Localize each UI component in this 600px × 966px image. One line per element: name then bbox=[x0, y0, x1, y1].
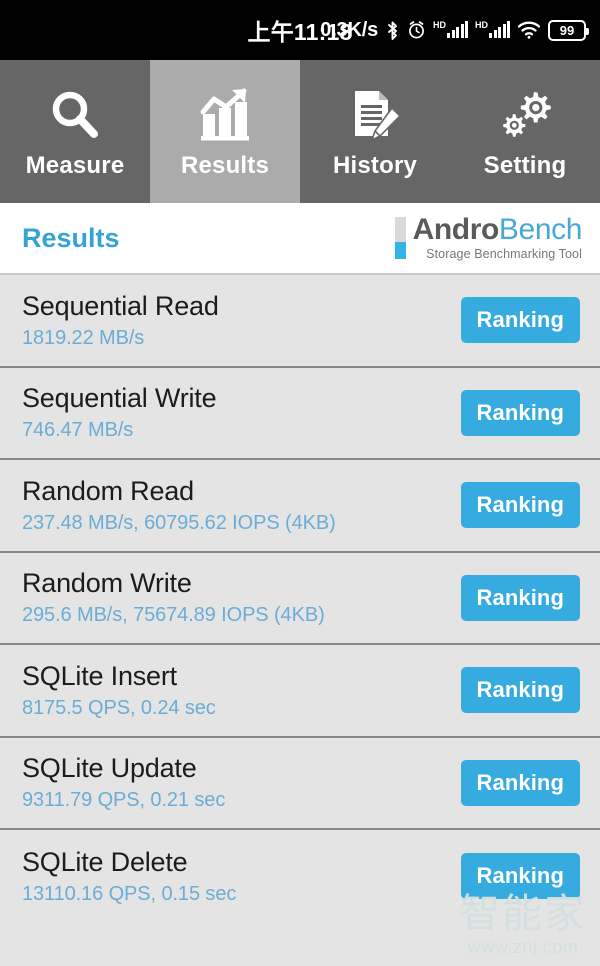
result-info: Sequential Read 1819.22 MB/s bbox=[22, 291, 219, 350]
magnifier-icon bbox=[46, 84, 104, 146]
androbench-logo: AndroBench Storage Benchmarking Tool bbox=[394, 213, 583, 262]
result-info: Random Read 237.48 MB/s, 60795.62 IOPS (… bbox=[22, 476, 336, 535]
ranking-button[interactable]: Ranking bbox=[460, 482, 580, 529]
table-row[interactable]: Random Write 295.6 MB/s, 75674.89 IOPS (… bbox=[0, 553, 600, 645]
tab-results[interactable]: Results bbox=[150, 60, 300, 203]
battery-icon: 99 bbox=[548, 19, 589, 41]
logo-bar-icon bbox=[394, 217, 406, 259]
tab-history-label: History bbox=[332, 151, 418, 179]
table-row[interactable]: Sequential Read 1819.22 MB/s Ranking bbox=[0, 275, 600, 368]
result-value: 1819.22 MB/s bbox=[22, 326, 145, 349]
battery-level-label: 99 bbox=[559, 22, 575, 38]
ranking-button[interactable]: Ranking bbox=[460, 574, 580, 621]
result-info: Sequential Write 746.47 MB/s bbox=[22, 383, 217, 442]
tab-bar: Measure Results History Setting bbox=[0, 60, 600, 203]
tab-measure-label: Measure bbox=[25, 151, 125, 179]
wifi-icon bbox=[517, 21, 541, 39]
signal-icon-sim1: HD bbox=[433, 20, 468, 38]
result-value: 237.48 MB/s, 60795.62 IOPS (4KB) bbox=[22, 511, 336, 534]
hd-badge-sim1: HD bbox=[433, 20, 446, 30]
ranking-button[interactable]: Ranking bbox=[460, 667, 580, 714]
tab-setting-label: Setting bbox=[483, 151, 567, 179]
tab-measure[interactable]: Measure bbox=[0, 60, 150, 203]
table-row[interactable]: SQLite Update 9311.79 QPS, 0.21 sec Rank… bbox=[0, 738, 600, 830]
logo-andro: Andro bbox=[412, 213, 500, 247]
result-info: SQLite Update 9311.79 QPS, 0.21 sec bbox=[22, 753, 225, 812]
result-info: SQLite Delete 13110.16 QPS, 0.15 sec bbox=[22, 847, 236, 906]
ranking-button[interactable]: Ranking bbox=[460, 297, 580, 344]
app-screen: 上午11:18 0.3K/s HD HD 99 Measure Results … bbox=[0, 0, 600, 966]
result-value: 295.6 MB/s, 75674.89 IOPS (4KB) bbox=[22, 604, 325, 627]
result-name: Sequential Read bbox=[22, 290, 219, 321]
table-row[interactable]: SQLite Insert 8175.5 QPS, 0.24 sec Ranki… bbox=[0, 645, 600, 738]
logo-tagline: Storage Benchmarking Tool bbox=[426, 247, 582, 262]
status-bar: 上午11:18 0.3K/s HD HD 99 bbox=[0, 0, 600, 60]
ranking-button[interactable]: Ranking bbox=[460, 389, 580, 436]
result-name: Random Read bbox=[22, 475, 194, 506]
table-row[interactable]: Sequential Write 746.47 MB/s Ranking bbox=[0, 368, 600, 460]
tab-setting[interactable]: Setting bbox=[450, 60, 600, 203]
hd-badge-sim2: HD bbox=[475, 20, 488, 30]
page-header: Results AndroBench Storage Benchmarking … bbox=[0, 203, 600, 275]
result-name: Random Write bbox=[22, 568, 192, 599]
bluetooth-icon bbox=[385, 20, 400, 41]
status-bar-icons: 0.3K/s HD HD 99 bbox=[320, 0, 589, 60]
tab-results-label: Results bbox=[180, 151, 270, 179]
result-value: 13110.16 QPS, 0.15 sec bbox=[22, 882, 237, 905]
result-info: Random Write 295.6 MB/s, 75674.89 IOPS (… bbox=[22, 568, 325, 627]
ranking-button[interactable]: Ranking bbox=[460, 853, 580, 900]
logo-bench: Bench bbox=[498, 213, 582, 247]
document-pencil-icon bbox=[346, 84, 404, 146]
table-row[interactable]: Random Read 237.48 MB/s, 60795.62 IOPS (… bbox=[0, 460, 600, 553]
gears-icon bbox=[496, 84, 554, 146]
result-value: 8175.5 QPS, 0.24 sec bbox=[22, 696, 216, 719]
result-name: SQLite Insert bbox=[22, 660, 177, 691]
result-name: SQLite Delete bbox=[22, 846, 188, 877]
result-value: 746.47 MB/s bbox=[22, 419, 134, 442]
network-speed-label: 0.3K/s bbox=[320, 18, 378, 41]
result-value: 9311.79 QPS, 0.21 sec bbox=[22, 789, 226, 812]
result-name: Sequential Write bbox=[22, 383, 217, 414]
logo-wordmark: AndroBench bbox=[412, 213, 583, 247]
watermark-url: www.znj.com bbox=[467, 937, 579, 957]
results-list: Sequential Read 1819.22 MB/s Ranking Seq… bbox=[0, 275, 600, 923]
result-info: SQLite Insert 8175.5 QPS, 0.24 sec bbox=[22, 661, 216, 720]
alarm-clock-icon bbox=[407, 20, 426, 40]
table-row[interactable]: SQLite Delete 13110.16 QPS, 0.15 sec Ran… bbox=[0, 830, 600, 923]
logo-text: AndroBench Storage Benchmarking Tool bbox=[412, 213, 583, 262]
result-name: SQLite Update bbox=[22, 753, 197, 784]
tab-history[interactable]: History bbox=[300, 60, 450, 203]
page-title: Results bbox=[22, 222, 120, 253]
ranking-button[interactable]: Ranking bbox=[460, 759, 580, 806]
bar-chart-icon bbox=[196, 84, 254, 146]
signal-icon-sim2: HD bbox=[475, 20, 510, 38]
